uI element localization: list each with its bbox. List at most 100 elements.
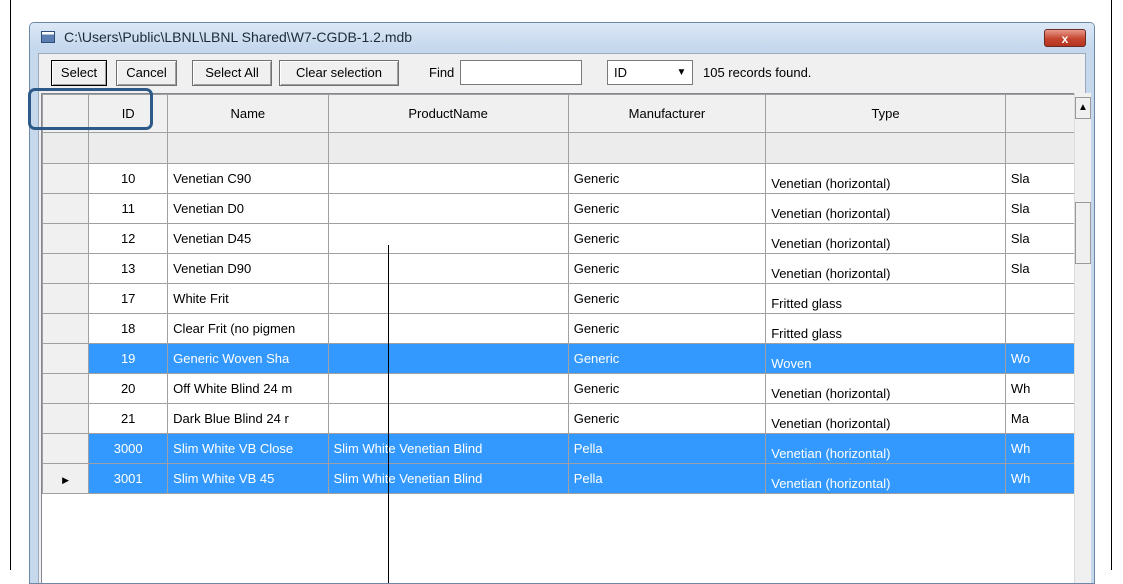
cell-id[interactable]: 13 [88,253,169,284]
cell-id[interactable]: 19 [88,343,169,374]
search-field-dropdown[interactable]: ID ▼ [607,60,693,85]
cell-product-name[interactable] [327,253,569,284]
cell-name[interactable]: White Frit [167,283,329,314]
cell-name[interactable]: Venetian D45 [167,223,329,254]
cell-type[interactable]: Venetian (horizontal) [765,193,1006,224]
row-header[interactable] [42,433,90,464]
cell-name[interactable]: Dark Blue Blind 24 r [167,403,329,434]
column-header-manufacturer[interactable]: Manufacturer [567,94,767,133]
table-row[interactable]: 11 Venetian D0 Generic Venetian (horizontal… [42,193,1075,224]
cell-manufacturer[interactable]: Pella [567,463,767,494]
cell-name[interactable]: Slim White VB 45 [167,463,329,494]
table-row[interactable]: 3000 Slim White VB Close Slim White Veneti… [42,433,1075,464]
cell-name[interactable]: Slim White VB Close [167,433,329,464]
cell-type[interactable]: Fritted glass [765,313,1006,344]
cell-extra[interactable]: Sla [1004,163,1075,194]
cell-id[interactable]: 10 [88,163,169,194]
cell-name[interactable]: Venetian D90 [167,253,329,284]
row-header[interactable]: ▶ [42,463,90,494]
cell-extra[interactable]: Wh [1004,463,1075,494]
cell-type[interactable]: Venetian (horizontal) [765,163,1006,194]
cell-id[interactable]: 3000 [88,433,169,464]
select-button[interactable]: Select [51,60,107,86]
cell-manufacturer[interactable]: Generic [567,193,767,224]
cell-type[interactable]: Fritted glass [765,283,1006,314]
clear-selection-button[interactable]: Clear selection [279,60,399,86]
cancel-button[interactable]: Cancel [116,60,177,86]
table-row[interactable]: 10 Venetian C90 Generic Venetian (horizonta… [42,163,1075,194]
row-header[interactable] [42,193,90,224]
column-header-type[interactable]: Type [765,94,1006,133]
column-header-product-name[interactable]: ProductName [327,94,569,133]
filter-cell-product-name[interactable] [327,132,569,164]
table-row[interactable]: 21 Dark Blue Blind 24 r Generic Venetian (h… [42,403,1075,434]
cell-type[interactable]: Venetian (horizontal) [765,223,1006,254]
table-row[interactable]: 20 Off White Blind 24 m Generic Venetian (h… [42,373,1075,404]
cell-product-name[interactable] [327,223,569,254]
cell-id[interactable]: 12 [88,223,169,254]
title-bar[interactable]: C:\Users\Public\LBNL\LBNL Shared\W7-CGDB… [30,23,1094,51]
cell-extra[interactable]: Wo [1004,343,1075,374]
row-header[interactable] [42,283,90,314]
cell-type[interactable]: Venetian (horizontal) [765,403,1006,434]
cell-name[interactable]: Clear Frit (no pigmen [167,313,329,344]
select-all-button[interactable]: Select All [192,60,272,86]
cell-type[interactable]: Venetian (horizontal) [765,433,1006,464]
cell-product-name[interactable] [327,283,569,314]
filter-cell-id[interactable] [88,132,169,164]
filter-cell-manufacturer[interactable] [567,132,767,164]
cell-name[interactable]: Off White Blind 24 m [167,373,329,404]
records-grid[interactable]: ID Name ProductName Manufacturer Type 10… [41,93,1076,583]
find-input[interactable] [460,60,582,85]
row-header[interactable] [42,343,90,374]
row-header[interactable] [42,163,90,194]
cell-manufacturer[interactable]: Generic [567,373,767,404]
cell-extra[interactable]: Ma [1004,403,1075,434]
table-row[interactable]: 18 Clear Frit (no pigmen Generic Fritted gl… [42,313,1075,344]
cell-id[interactable]: 21 [88,403,169,434]
cell-extra[interactable]: Wh [1004,433,1075,464]
filter-cell-type[interactable] [765,132,1006,164]
table-row[interactable]: 13 Venetian D90 Generic Venetian (horizonta… [42,253,1075,284]
filter-cell-name[interactable] [167,132,329,164]
cell-name[interactable]: Venetian C90 [167,163,329,194]
cell-manufacturer[interactable]: Generic [567,253,767,284]
cell-id[interactable]: 17 [88,283,169,314]
cell-manufacturer[interactable]: Generic [567,283,767,314]
column-header-name[interactable]: Name [167,94,329,133]
filter-cell-extra[interactable] [1004,132,1075,164]
table-row[interactable]: 17 White Frit Generic Fritted glass [42,283,1075,314]
cell-name[interactable]: Venetian D0 [167,193,329,224]
table-row[interactable]: 12 Venetian D45 Generic Venetian (horizonta… [42,223,1075,254]
cell-product-name[interactable]: Slim White Venetian Blind [327,433,569,464]
cell-product-name[interactable]: Slim White Venetian Blind [327,463,569,494]
row-header[interactable] [42,403,90,434]
chevron-down-icon[interactable]: ▼ [673,63,690,82]
cell-id[interactable]: 11 [88,193,169,224]
row-header[interactable] [42,313,90,344]
cell-id[interactable]: 20 [88,373,169,404]
cell-manufacturer[interactable]: Generic [567,313,767,344]
vertical-scrollbar[interactable] [1074,93,1091,583]
cell-manufacturer[interactable]: Generic [567,223,767,254]
cell-type[interactable]: Venetian (horizontal) [765,373,1006,404]
table-row[interactable]: ▶ 3001 Slim White VB 45 Slim White Venetian… [42,463,1075,494]
cell-extra[interactable]: Wh [1004,373,1075,404]
cell-product-name[interactable] [327,163,569,194]
cell-product-name[interactable] [327,313,569,344]
column-header-extra[interactable] [1004,94,1075,133]
cell-extra[interactable]: Sla [1004,193,1075,224]
scroll-up-arrow-icon[interactable]: ▲ [1075,97,1091,119]
cell-product-name[interactable] [327,373,569,404]
row-header[interactable] [42,223,90,254]
cell-type[interactable]: Venetian (horizontal) [765,253,1006,284]
cell-manufacturer[interactable]: Generic [567,343,767,374]
cell-name[interactable]: Generic Woven Sha [167,343,329,374]
cell-manufacturer[interactable]: Generic [567,163,767,194]
cell-type[interactable]: Venetian (horizontal) [765,463,1006,494]
row-header[interactable] [42,373,90,404]
cell-id[interactable]: 18 [88,313,169,344]
row-header[interactable] [42,253,90,284]
cell-extra[interactable] [1004,313,1075,344]
table-row[interactable]: 19 Generic Woven Sha Generic Woven Wo [42,343,1075,374]
